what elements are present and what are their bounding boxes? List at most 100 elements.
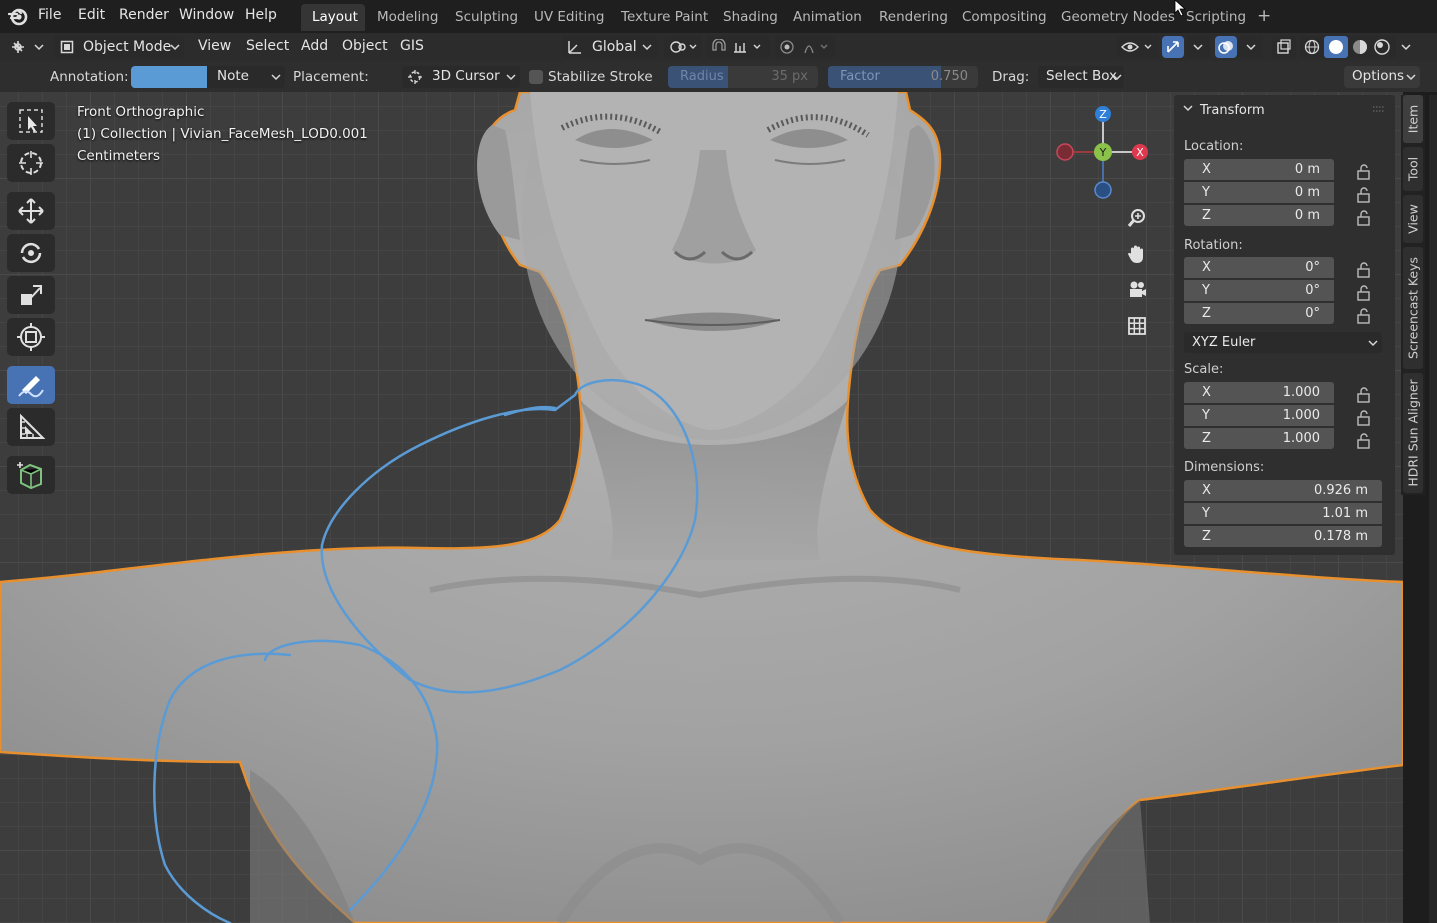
tab-uv-editing[interactable]: UV Editing	[534, 10, 604, 25]
solid-shading-button[interactable]	[1324, 36, 1348, 58]
dimension-x-field[interactable]: X 0.926 m	[1184, 480, 1382, 501]
tab-sculpting[interactable]: Sculpting	[455, 10, 518, 25]
location-x-field[interactable]: X0 m	[1184, 159, 1334, 180]
toggle-perspective-button[interactable]	[1121, 310, 1153, 342]
tab-view[interactable]: View	[1403, 195, 1423, 243]
radius-slider[interactable]: Radius 35 px	[668, 66, 818, 88]
measure-tool[interactable]	[7, 408, 55, 446]
scale-tool[interactable]	[7, 276, 55, 314]
pan-button[interactable]	[1121, 238, 1153, 270]
sidebar-scrollbar[interactable]	[1429, 95, 1437, 923]
top-menu-bar: File Edit Render Window Help Layout Mode…	[0, 0, 1437, 33]
rotation-y-field[interactable]: Y 0°	[1184, 280, 1334, 301]
navigation-gizmo[interactable]: Z Y X	[1050, 102, 1150, 202]
eye-icon	[1121, 42, 1152, 52]
options-dropdown[interactable]: Options	[1344, 66, 1420, 88]
chevron-down-icon[interactable]	[1183, 105, 1193, 112]
unlock-icon[interactable]	[1354, 386, 1374, 404]
tab-animation[interactable]: Animation	[793, 10, 862, 25]
negative-z-handle[interactable]	[1094, 181, 1112, 199]
scale-z-field[interactable]: Z 1.000	[1184, 428, 1334, 449]
unlock-icon[interactable]	[1354, 186, 1374, 204]
location-y-field[interactable]: Y0 m	[1184, 182, 1334, 203]
tab-hdri-sun-aligner[interactable]: HDRI Sun Aligner	[1403, 373, 1423, 493]
xray-toggle[interactable]	[1272, 36, 1296, 58]
unlock-icon[interactable]	[1354, 261, 1374, 279]
tab-modeling[interactable]: Modeling	[377, 10, 438, 25]
drag-handle-icon[interactable]	[1372, 105, 1386, 113]
menu-select[interactable]: Select	[246, 39, 289, 53]
rotate-tool[interactable]	[7, 234, 55, 272]
tab-compositing[interactable]: Compositing	[962, 10, 1047, 25]
menu-gis[interactable]: GIS	[400, 39, 424, 53]
factor-slider[interactable]: Factor 0.750	[828, 66, 978, 88]
overlays-toggle[interactable]	[1215, 36, 1237, 58]
blender-logo-icon[interactable]	[8, 6, 28, 26]
unlock-icon[interactable]	[1354, 307, 1374, 325]
move-tool[interactable]	[7, 192, 55, 230]
location-z-field[interactable]: Z0 m	[1184, 205, 1334, 226]
dimension-y-field[interactable]: Y 1.01 m	[1184, 503, 1382, 524]
tab-geometry-nodes[interactable]: Geometry Nodes	[1061, 10, 1175, 25]
zoom-button[interactable]	[1121, 202, 1153, 234]
tab-layout[interactable]: Layout	[312, 10, 358, 25]
menu-view[interactable]: View	[198, 39, 231, 53]
add-workspace-button[interactable]: +	[1257, 8, 1271, 25]
shading-mode-buttons[interactable]	[1300, 36, 1396, 58]
stabilize-stroke-checkbox[interactable]	[529, 70, 543, 84]
mode-dropdown[interactable]: Object Mode	[54, 36, 184, 58]
drag-dropdown[interactable]: Select Box	[1038, 66, 1124, 88]
menu-help[interactable]: Help	[245, 8, 277, 22]
tab-scripting[interactable]: Scripting	[1186, 10, 1246, 25]
add-cube-tool[interactable]	[7, 456, 55, 494]
snapping-controls[interactable]	[706, 36, 770, 58]
rotation-z-field[interactable]: Z 0°	[1184, 303, 1334, 324]
material-preview-icon[interactable]	[1352, 39, 1368, 55]
menu-object[interactable]: Object	[342, 39, 388, 53]
editor-type-icon[interactable]	[10, 39, 44, 55]
menu-render[interactable]: Render	[119, 8, 169, 22]
unlock-icon[interactable]	[1354, 209, 1374, 227]
unlock-icon[interactable]	[1354, 163, 1374, 181]
tab-rendering[interactable]: Rendering	[879, 10, 948, 25]
proportional-editing-controls[interactable]	[775, 36, 835, 58]
tab-item[interactable]: Item	[1403, 95, 1423, 143]
sidebar-transform-panel: Transform Location: X0 m Y0 m Z0 m Rotat…	[1174, 95, 1395, 555]
visibility-dropdown[interactable]	[1117, 36, 1159, 58]
annotation-layer-dropdown[interactable]: Note	[207, 66, 285, 88]
negative-x-handle[interactable]	[1056, 143, 1074, 161]
cursor-tool[interactable]	[7, 144, 55, 182]
wireframe-shading-icon[interactable]	[1304, 39, 1320, 55]
placement-dropdown[interactable]: 3D Cursor	[402, 66, 520, 88]
unlock-icon[interactable]	[1354, 409, 1374, 427]
menu-window[interactable]: Window	[179, 8, 234, 22]
tab-tool[interactable]: Tool	[1403, 147, 1423, 191]
camera-view-button[interactable]	[1121, 274, 1153, 306]
gizmo-dropdown[interactable]	[1186, 36, 1210, 58]
rotation-x-field[interactable]: X 0°	[1184, 257, 1334, 278]
dimension-z-field[interactable]: Z 0.178 m	[1184, 526, 1382, 547]
transform-orientation-dropdown[interactable]: Global	[562, 36, 657, 58]
unlock-icon[interactable]	[1354, 284, 1374, 302]
transform-panel-title[interactable]: Transform	[1200, 103, 1265, 118]
chevron-down-icon[interactable]	[1401, 44, 1411, 51]
select-box-tool[interactable]	[7, 102, 55, 140]
tab-screencast-keys[interactable]: Screencast Keys	[1403, 247, 1423, 369]
tab-texture-paint[interactable]: Texture Paint	[621, 10, 708, 25]
rendered-shading-icon[interactable]	[1374, 39, 1390, 55]
annotate-tool[interactable]	[7, 366, 55, 404]
scale-y-field[interactable]: Y 1.000	[1184, 405, 1334, 426]
tab-shading[interactable]: Shading	[723, 10, 778, 25]
gizmo-toggle[interactable]	[1162, 36, 1184, 58]
menu-add[interactable]: Add	[301, 39, 328, 53]
rotation-mode-dropdown[interactable]: XYZ Euler	[1184, 332, 1382, 353]
scale-x-field[interactable]: X 1.000	[1184, 382, 1334, 403]
overlays-dropdown[interactable]	[1239, 36, 1263, 58]
annotation-color-swatch[interactable]	[131, 66, 207, 88]
transform-tool[interactable]	[7, 318, 55, 356]
menu-edit[interactable]: Edit	[78, 8, 105, 22]
pivot-point-dropdown[interactable]	[664, 36, 702, 58]
drag-value: Select Box	[1046, 68, 1118, 84]
unlock-icon[interactable]	[1354, 432, 1374, 450]
menu-file[interactable]: File	[38, 8, 61, 22]
